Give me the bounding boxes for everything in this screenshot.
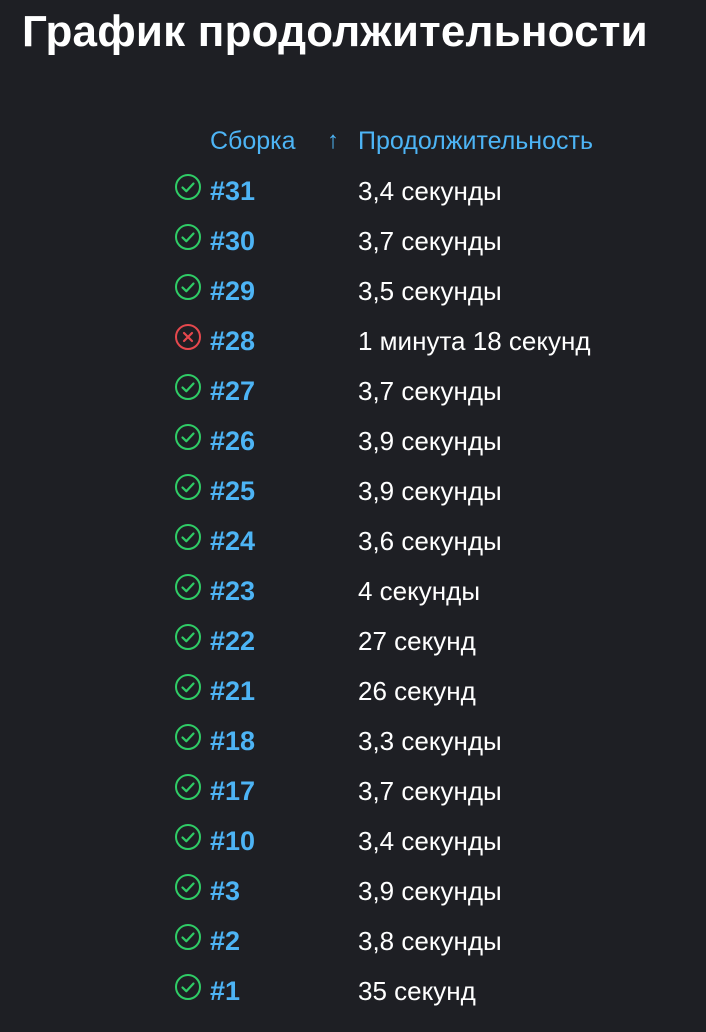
table-row: #21 26 секунд	[0, 666, 706, 716]
table-row: #26 3,9 секунды	[0, 416, 706, 466]
check-circle-icon	[174, 373, 202, 401]
build-duration: 3,6 секунды	[358, 526, 502, 556]
check-circle-icon	[174, 223, 202, 251]
build-link[interactable]: #30	[210, 225, 255, 257]
check-circle-icon	[174, 923, 202, 951]
build-link[interactable]: #24	[210, 525, 255, 557]
table-row: #23 4 секунды	[0, 566, 706, 616]
build-link[interactable]: #31	[210, 175, 255, 207]
build-duration: 3,7 секунды	[358, 776, 502, 806]
table-row: #18 3,3 секунды	[0, 716, 706, 766]
table-row: #24 3,6 секунды	[0, 516, 706, 566]
build-link[interactable]: #21	[210, 675, 255, 707]
sort-ascending-icon[interactable]: ↑	[327, 125, 339, 157]
build-duration: 26 секунд	[358, 676, 476, 706]
error-circle-icon	[174, 323, 202, 351]
build-duration: 1 минута 18 секунд	[358, 326, 591, 356]
table-row: #10 3,4 секунды	[0, 816, 706, 866]
build-link[interactable]: #27	[210, 375, 255, 407]
check-circle-icon	[174, 423, 202, 451]
check-circle-icon	[174, 523, 202, 551]
build-duration: 3,5 секунды	[358, 276, 502, 306]
table-row: #2 3,8 секунды	[0, 916, 706, 966]
build-link[interactable]: #22	[210, 625, 255, 657]
check-circle-icon	[174, 673, 202, 701]
build-duration: 3,3 секунды	[358, 726, 502, 756]
check-circle-icon	[174, 473, 202, 501]
build-link[interactable]: #26	[210, 425, 255, 457]
build-link[interactable]: #29	[210, 275, 255, 307]
table-row: #31 3,4 секунды	[0, 166, 706, 216]
build-duration: 3,7 секунды	[358, 226, 502, 256]
build-column-header[interactable]: Сборка	[210, 125, 296, 157]
table-header: Сборка ↑ Продолжительность	[0, 116, 706, 166]
build-duration: 35 секунд	[358, 976, 476, 1006]
build-duration: 4 секунды	[358, 576, 481, 606]
build-link[interactable]: #25	[210, 475, 255, 507]
check-circle-icon	[174, 773, 202, 801]
table-row: #3 3,9 секунды	[0, 866, 706, 916]
build-duration: 3,9 секунды	[358, 876, 502, 906]
check-circle-icon	[174, 273, 202, 301]
build-link[interactable]: #1	[210, 975, 240, 1007]
check-circle-icon	[174, 723, 202, 751]
check-circle-icon	[174, 623, 202, 651]
table-row: #22 27 секунд	[0, 616, 706, 666]
build-duration: 3,9 секунды	[358, 476, 502, 506]
check-circle-icon	[174, 823, 202, 851]
check-circle-icon	[174, 973, 202, 1001]
check-circle-icon	[174, 173, 202, 201]
build-link[interactable]: #18	[210, 725, 255, 757]
build-duration: 3,4 секунды	[358, 826, 502, 856]
page-title: График продолжительности	[22, 7, 648, 56]
table-row: #30 3,7 секунды	[0, 216, 706, 266]
build-link[interactable]: #23	[210, 575, 255, 607]
build-duration: 3,7 секунды	[358, 376, 502, 406]
build-link[interactable]: #10	[210, 825, 255, 857]
build-duration: 3,8 секунды	[358, 926, 502, 956]
table-row: #29 3,5 секунды	[0, 266, 706, 316]
build-duration: 3,4 секунды	[358, 176, 502, 206]
table-body: #31 3,4 секунды #30 3,7 секунды #29 3,5 …	[0, 166, 706, 1016]
table-row: #1 35 секунд	[0, 966, 706, 1016]
build-link[interactable]: #17	[210, 775, 255, 807]
build-link[interactable]: #3	[210, 875, 240, 907]
table-row: #28 1 минута 18 секунд	[0, 316, 706, 366]
check-circle-icon	[174, 573, 202, 601]
build-duration: 3,9 секунды	[358, 426, 502, 456]
check-circle-icon	[174, 873, 202, 901]
table-row: #27 3,7 секунды	[0, 366, 706, 416]
build-link[interactable]: #2	[210, 925, 240, 957]
table-row: #25 3,9 секунды	[0, 466, 706, 516]
duration-column-header[interactable]: Продолжительность	[358, 125, 593, 157]
build-link[interactable]: #28	[210, 325, 255, 357]
build-duration: 27 секунд	[358, 626, 476, 656]
table-row: #17 3,7 секунды	[0, 766, 706, 816]
build-duration-table: Сборка ↑ Продолжительность #31 3,4 секун…	[0, 116, 706, 1016]
